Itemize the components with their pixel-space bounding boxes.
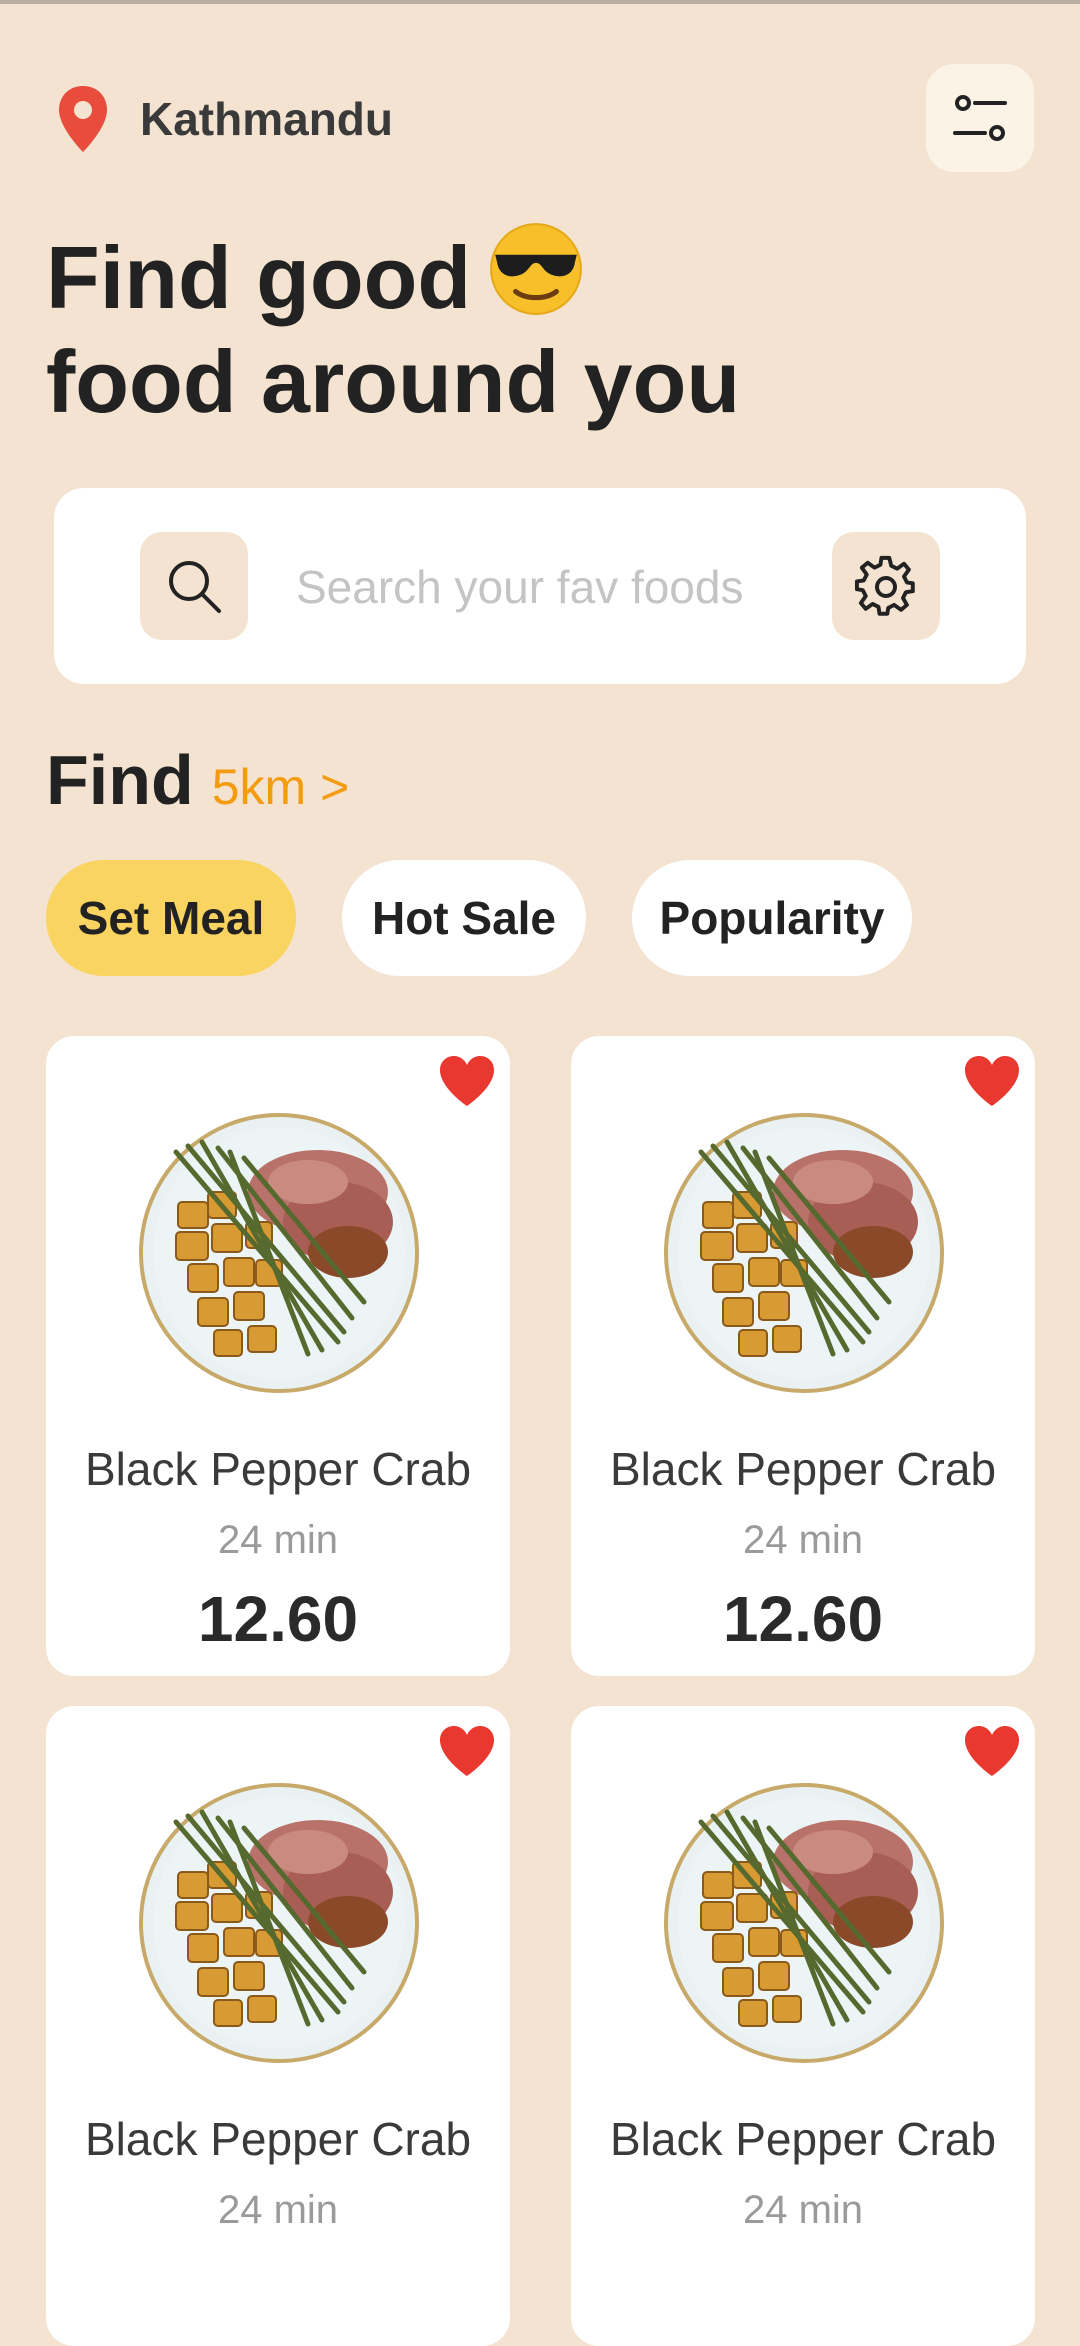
food-time: 24 min — [217, 1518, 339, 1562]
title-line-1-text: Find good — [46, 228, 472, 327]
category-chips: Set Meal Hot Sale Popularity — [46, 860, 958, 976]
food-image — [138, 1112, 420, 1394]
status-divider — [0, 0, 1080, 4]
food-image — [138, 1782, 420, 2064]
heart-icon[interactable] — [438, 1054, 496, 1108]
food-image — [663, 1782, 945, 2064]
food-name: Black Pepper Crab — [609, 2113, 997, 2165]
location-selector[interactable]: Kathmandu — [56, 84, 393, 154]
food-price: 12.60 — [722, 1583, 884, 1655]
sliders-icon — [953, 95, 1007, 141]
location-label: Kathmandu — [140, 93, 393, 145]
food-time: 24 min — [742, 1518, 864, 1562]
food-card[interactable]: Black Pepper Crab 24 min 12.60 — [571, 1036, 1035, 1676]
filter-button[interactable] — [926, 64, 1034, 172]
header: Kathmandu — [46, 62, 1034, 172]
title-line-2: food around you — [46, 332, 741, 431]
distance-link[interactable]: 5km > — [212, 758, 350, 816]
chip-popularity[interactable]: Popularity — [632, 860, 912, 976]
search-bar — [54, 488, 1026, 684]
title-line-1: Find good — [46, 216, 946, 330]
search-input[interactable] — [294, 546, 838, 628]
food-card[interactable]: Black Pepper Crab 24 min 12.60 — [46, 1036, 510, 1676]
heart-icon[interactable] — [963, 1054, 1021, 1108]
sunglasses-emoji-icon — [490, 223, 583, 315]
food-name: Black Pepper Crab — [609, 1443, 997, 1495]
food-card[interactable]: Black Pepper Crab 24 min — [571, 1706, 1035, 2346]
food-time: 24 min — [217, 2188, 339, 2232]
food-card[interactable]: Black Pepper Crab 24 min — [46, 1706, 510, 2346]
find-row: Find 5km > — [46, 740, 349, 820]
gear-icon — [854, 555, 915, 616]
heart-icon[interactable] — [438, 1724, 496, 1778]
search-button[interactable] — [140, 532, 248, 640]
search-settings-button[interactable] — [832, 532, 940, 640]
food-time: 24 min — [742, 2188, 864, 2232]
food-image — [663, 1112, 945, 1394]
food-price: 12.60 — [197, 1583, 359, 1655]
find-heading: Find — [46, 741, 194, 819]
food-name: Black Pepper Crab — [84, 2113, 472, 2165]
food-name: Black Pepper Crab — [84, 1443, 472, 1495]
page-title: Find good food around you — [46, 216, 946, 434]
location-pin-icon — [59, 86, 107, 152]
search-icon — [169, 561, 221, 613]
chip-set-meal[interactable]: Set Meal — [46, 860, 296, 976]
chip-hot-sale[interactable]: Hot Sale — [342, 860, 586, 976]
heart-icon[interactable] — [963, 1724, 1021, 1778]
